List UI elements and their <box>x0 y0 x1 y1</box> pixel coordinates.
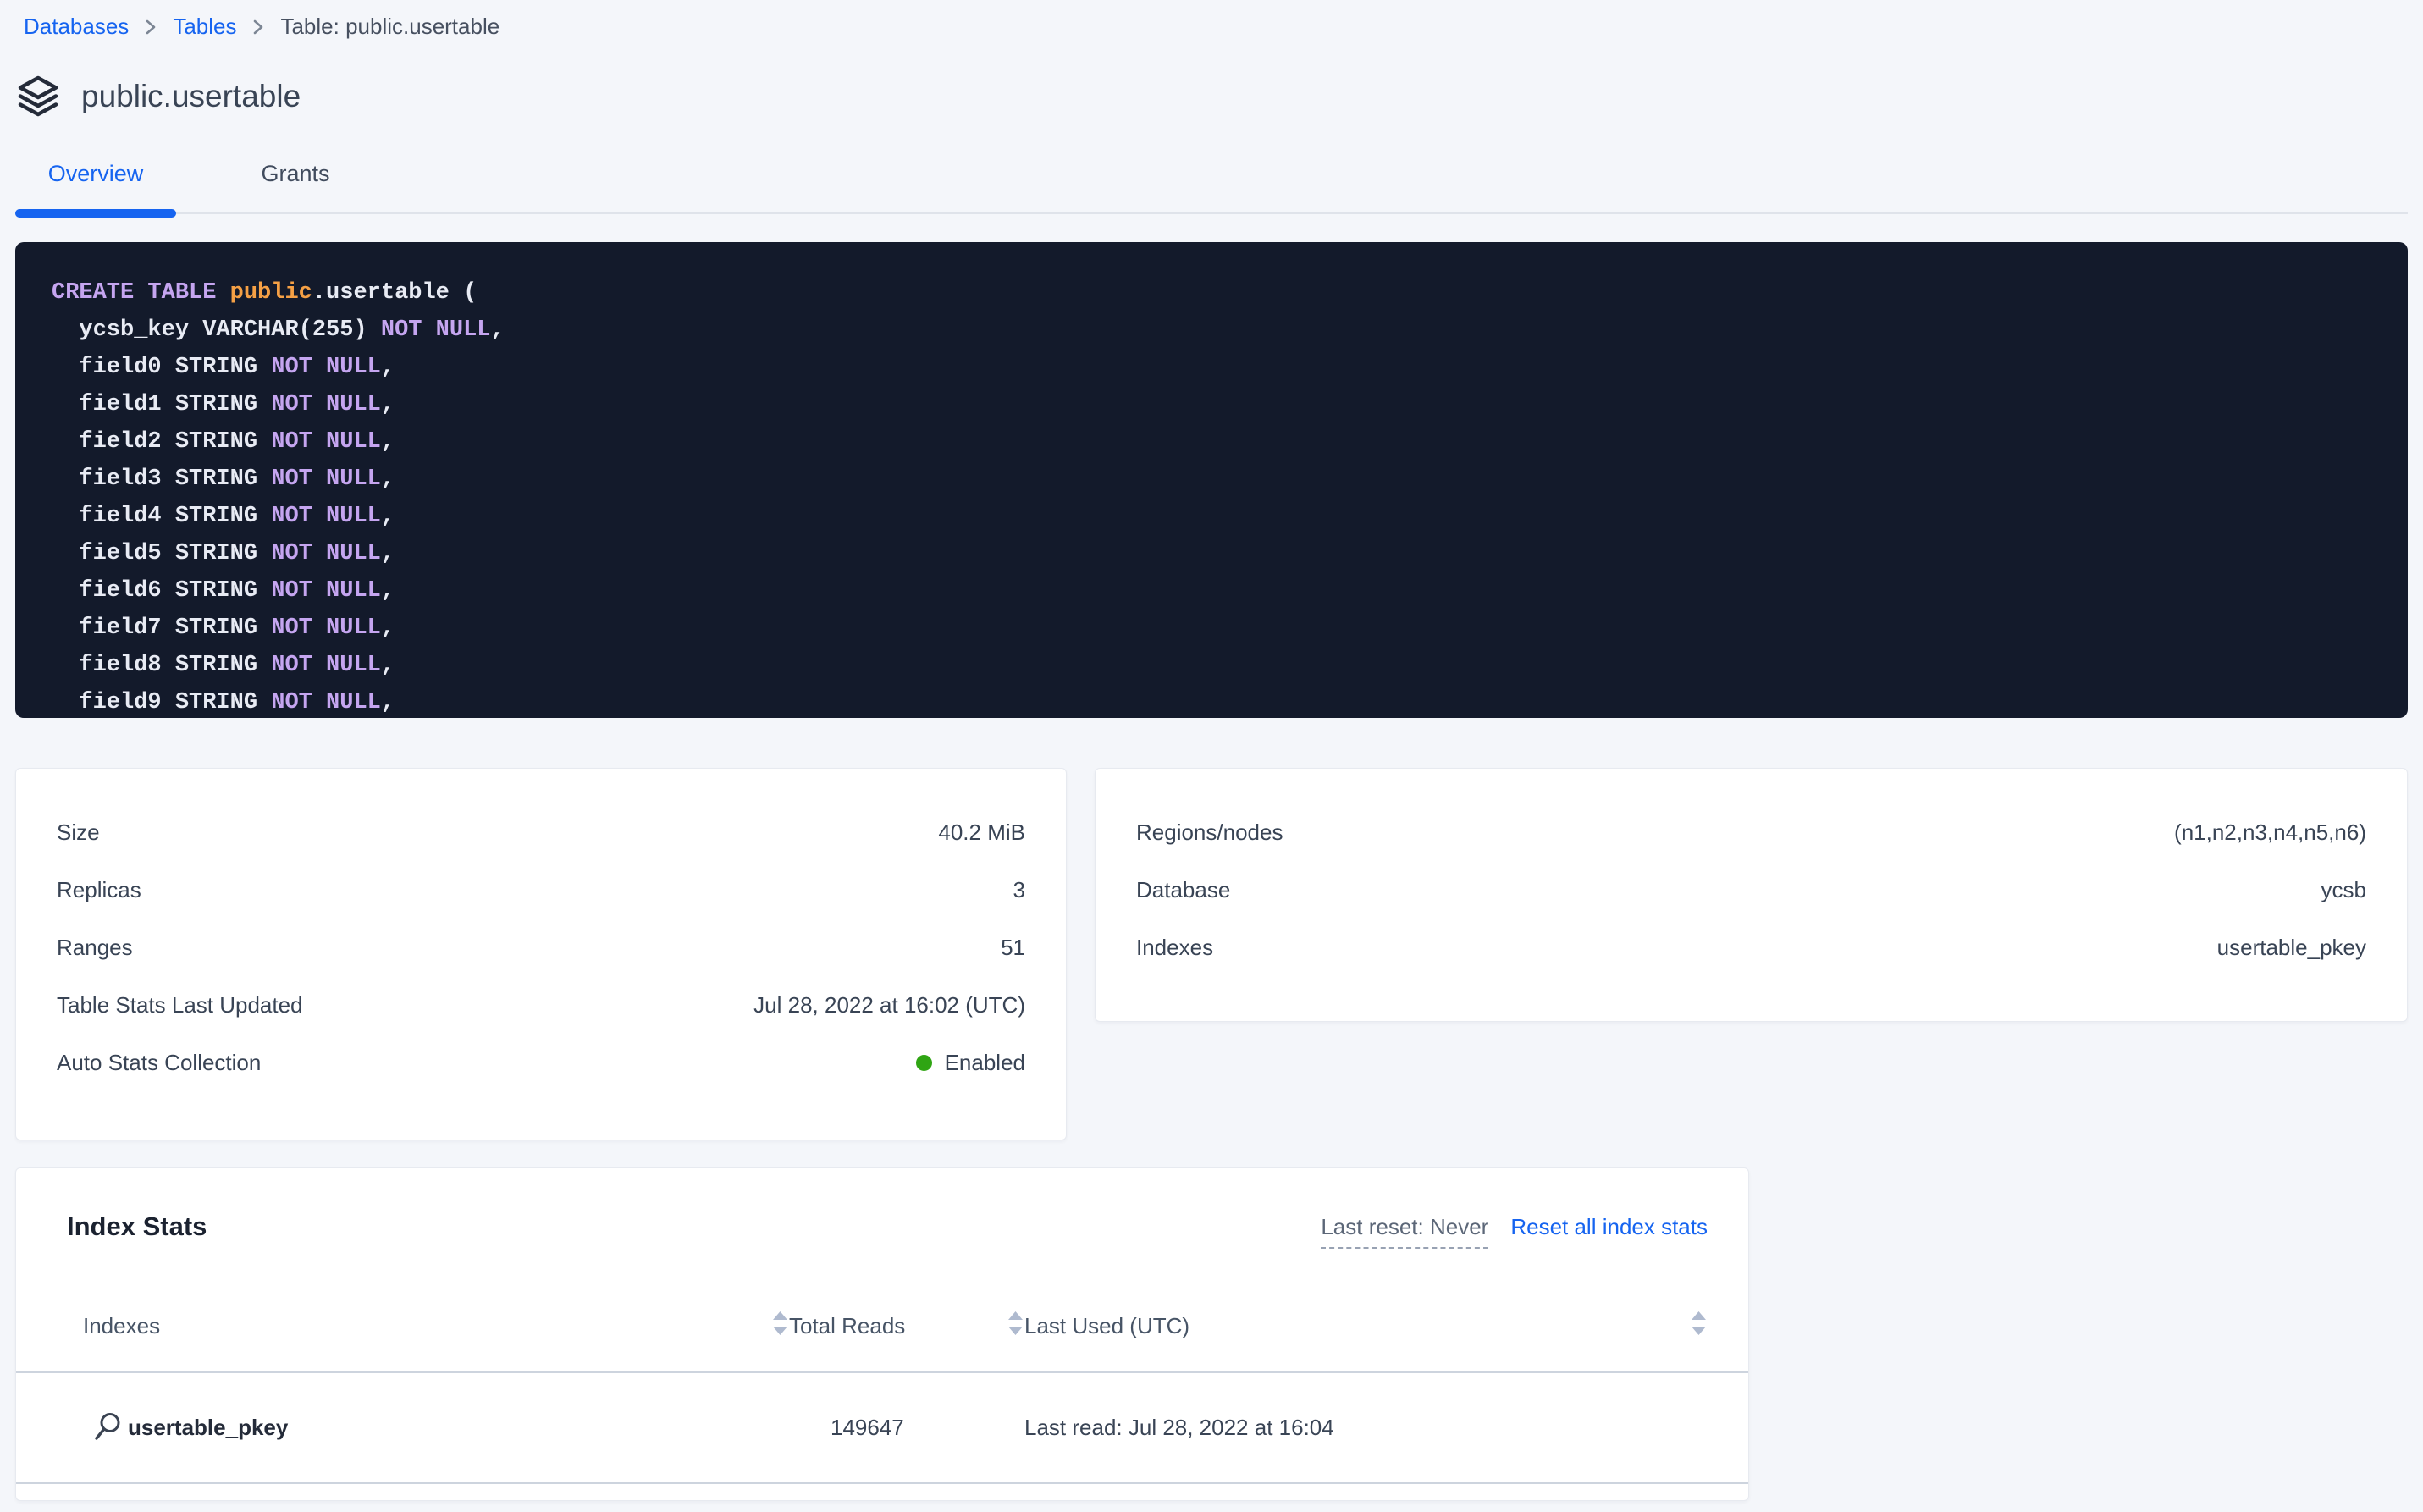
detail-value: usertable_pkey <box>2217 935 2366 961</box>
sort-icon[interactable] <box>1007 1310 1024 1343</box>
sql-code-line: field6 STRING NOT NULL, <box>52 572 2382 610</box>
search-icon <box>91 1410 124 1444</box>
sql-code-line: field5 STRING NOT NULL, <box>52 535 2382 572</box>
detail-label: Indexes <box>1136 935 1213 961</box>
detail-value: (n1,n2,n3,n4,n5,n6) <box>2174 819 2366 846</box>
detail-row: Auto Stats Collection Enabled <box>57 1034 1025 1091</box>
sql-code-line: field7 STRING NOT NULL, <box>52 610 2382 647</box>
index-link[interactable]: usertable_pkey <box>83 1410 288 1444</box>
sql-code-line: field2 STRING NOT NULL, <box>52 423 2382 461</box>
breadcrumb-tables[interactable]: Tables <box>173 14 236 40</box>
layers-icon <box>15 74 61 119</box>
reset-index-stats-link[interactable]: Reset all index stats <box>1510 1214 1708 1240</box>
detail-value: 51 <box>1001 935 1025 961</box>
detail-label: Ranges <box>57 935 133 961</box>
detail-row: Database ycsb <box>1136 861 2366 919</box>
sort-icon[interactable] <box>771 1310 789 1343</box>
index-stats-header: Index Stats Last reset: Never Reset all … <box>16 1168 1748 1249</box>
sql-code-line: field9 STRING NOT NULL, <box>52 684 2382 718</box>
detail-value: Jul 28, 2022 at 16:02 (UTC) <box>753 992 1025 1018</box>
last-used-value: Last read: Jul 28, 2022 at 16:04 <box>1024 1415 1334 1441</box>
detail-value: 3 <box>1013 877 1025 903</box>
detail-value: Enabled <box>916 1050 1025 1076</box>
sql-code-line: field3 STRING NOT NULL, <box>52 461 2382 498</box>
breadcrumb-current: Table: public.usertable <box>280 14 500 40</box>
status-dot-icon <box>916 1055 932 1071</box>
details-cards-row: Size 40.2 MiB Replicas 3 Ranges 51 Table Stats… <box>15 768 2408 1140</box>
index-table-row: usertable_pkey 149647 Last read: Jul 28,… <box>16 1373 1748 1482</box>
sql-code-line: field8 STRING NOT NULL, <box>52 647 2382 684</box>
detail-label: Database <box>1136 877 1230 903</box>
detail-value: 40.2 MiB <box>938 819 1025 846</box>
column-header-indexes[interactable]: Indexes <box>83 1313 160 1339</box>
create-table-sql-block: CREATE TABLE public.usertable ( ycsb_key… <box>15 242 2408 718</box>
detail-label: Replicas <box>57 877 141 903</box>
detail-row: Table Stats Last Updated Jul 28, 2022 at … <box>57 976 1025 1034</box>
sort-icon[interactable] <box>1690 1310 1708 1343</box>
last-reset-label: Last reset: Never <box>1321 1214 1488 1249</box>
table-meta-card: Regions/nodes (n1,n2,n3,n4,n5,n6) Database… <box>1095 768 2408 1022</box>
column-header-total-reads[interactable]: Total Reads <box>789 1313 905 1339</box>
index-stats-actions: Last reset: Never Reset all index stats <box>1321 1211 1708 1249</box>
detail-value: ycsb <box>2321 877 2366 903</box>
column-header-last-used[interactable]: Last Used (UTC) <box>1024 1313 1189 1339</box>
detail-row: Replicas 3 <box>57 861 1025 919</box>
detail-row: Ranges 51 <box>57 919 1025 976</box>
breadcrumb-databases[interactable]: Databases <box>24 14 129 40</box>
tab-bar: Overview Grants <box>15 157 2408 214</box>
detail-row: Indexes usertable_pkey <box>1136 919 2366 976</box>
detail-label: Size <box>57 819 100 846</box>
table-divider <box>16 1482 1748 1484</box>
total-reads-value: 149647 <box>789 1415 904 1441</box>
page-title: public.usertable <box>81 79 301 114</box>
breadcrumb: Databases Tables Table: public.usertable <box>15 0 2408 40</box>
sql-code-line: field0 STRING NOT NULL, <box>52 349 2382 386</box>
chevron-right-icon <box>251 17 265 37</box>
index-table-header: Indexes Total Reads Last Used (UTC) <box>16 1311 1748 1340</box>
detail-row: Regions/nodes (n1,n2,n3,n4,n5,n6) <box>1136 803 2366 861</box>
sql-code-line: field4 STRING NOT NULL, <box>52 498 2382 535</box>
sql-code-line: CREATE TABLE public.usertable ( <box>52 274 2382 312</box>
index-stats-card: Index Stats Last reset: Never Reset all … <box>15 1167 1749 1501</box>
index-name: usertable_pkey <box>128 1415 288 1441</box>
chevron-right-icon <box>144 17 157 37</box>
table-details-page: Databases Tables Table: public.usertable… <box>0 0 2423 1501</box>
page-title-row: public.usertable <box>15 74 2408 119</box>
detail-label: Regions/nodes <box>1136 819 1283 846</box>
index-stats-title: Index Stats <box>67 1211 207 1243</box>
detail-row: Size 40.2 MiB <box>57 803 1025 861</box>
sql-code-line: field1 STRING NOT NULL, <box>52 386 2382 423</box>
tab-grants[interactable]: Grants <box>215 157 376 212</box>
sql-code-line: ycsb_key VARCHAR(255) NOT NULL, <box>52 312 2382 349</box>
detail-label: Auto Stats Collection <box>57 1050 261 1076</box>
tab-overview[interactable]: Overview <box>15 157 176 212</box>
detail-label: Table Stats Last Updated <box>57 992 303 1018</box>
table-stats-card: Size 40.2 MiB Replicas 3 Ranges 51 Table Stats… <box>15 768 1067 1140</box>
